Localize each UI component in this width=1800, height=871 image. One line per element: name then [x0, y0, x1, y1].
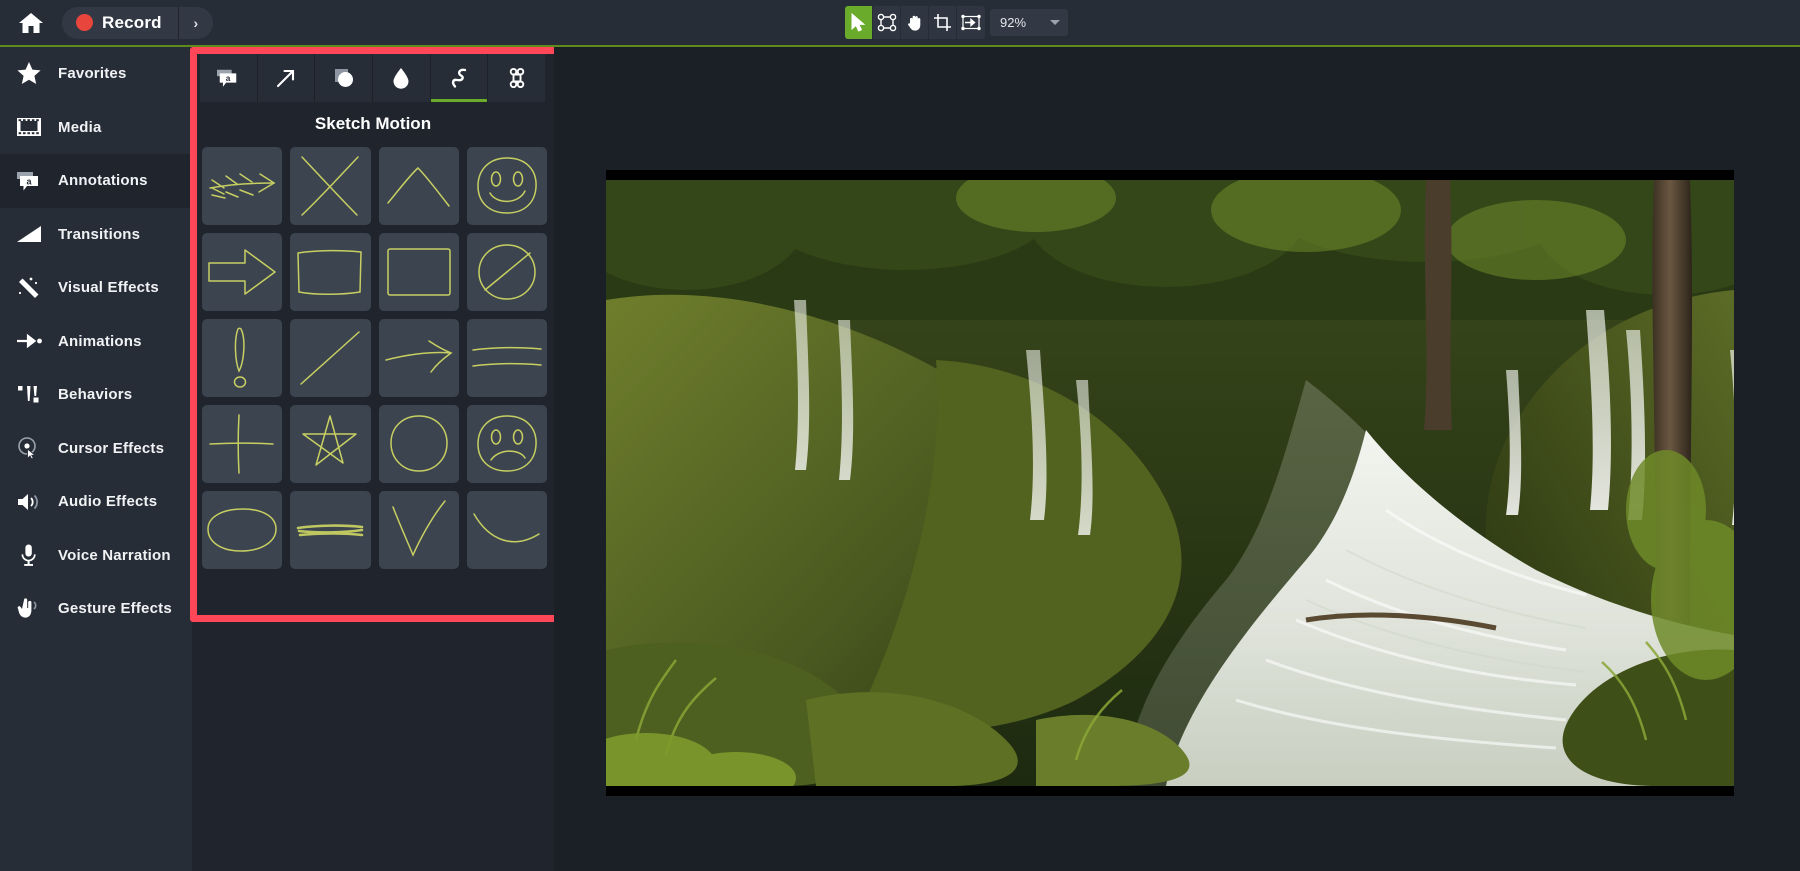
top-toolbar: Record › 92% — [0, 0, 1800, 45]
home-icon — [19, 12, 43, 33]
sidebar-label: Cursor Effects — [58, 439, 165, 457]
waterfall-forest-video-preview — [606, 180, 1734, 786]
sidebar-item-visual-effects[interactable]: Visual Effects — [0, 261, 192, 315]
sidebar-item-annotations[interactable]: a Annotations — [0, 154, 192, 208]
home-button[interactable] — [0, 0, 62, 45]
sidebar-label: Audio Effects — [58, 493, 158, 511]
animation-arrow-icon — [16, 332, 58, 350]
cursor-effects-icon — [16, 436, 58, 460]
sidebar-item-favorites[interactable]: Favorites — [0, 47, 192, 101]
sidebar-item-media[interactable]: Media — [0, 101, 192, 155]
sidebar-item-audio-effects[interactable]: Audio Effects — [0, 475, 192, 529]
speaker-icon — [16, 491, 58, 513]
record-button-label: Record — [102, 12, 162, 32]
sidebar-label: Annotations — [58, 172, 148, 190]
record-button-group: Record › — [62, 6, 213, 39]
canvas-area — [554, 47, 1800, 871]
waterfall-scene-graphic — [606, 180, 1734, 786]
star-icon — [16, 61, 58, 86]
video-preview-frame[interactable] — [606, 170, 1734, 796]
crop-icon — [934, 14, 951, 31]
sidebar-label: Favorites — [58, 65, 127, 83]
select-tool-button[interactable] — [845, 6, 873, 39]
sidebar-item-behaviors[interactable]: Behaviors — [0, 368, 192, 422]
behaviors-icon — [16, 383, 58, 407]
fit-tool-button[interactable] — [957, 6, 985, 39]
sidebar-item-cursor-effects[interactable]: Cursor Effects — [0, 422, 192, 476]
cursor-arrow-icon — [851, 13, 866, 32]
gesture-hand-icon — [16, 597, 58, 621]
sidebar-item-animations[interactable]: Animations — [0, 315, 192, 369]
sidebar-item-voice-narration[interactable]: Voice Narration — [0, 529, 192, 583]
record-dot-icon — [76, 14, 93, 31]
chevron-down-icon — [1050, 20, 1060, 25]
callout-icon: a — [16, 169, 58, 193]
zoom-level-value: 92% — [1000, 15, 1027, 30]
nodes-icon — [877, 13, 896, 32]
magic-wand-icon — [16, 276, 58, 300]
canvas-tool-cluster — [845, 6, 985, 39]
sidebar-label: Visual Effects — [58, 279, 159, 297]
sidebar-item-gesture-effects[interactable]: Gesture Effects — [0, 582, 192, 636]
filmstrip-icon — [16, 116, 58, 138]
pan-tool-button[interactable] — [901, 6, 929, 39]
sidebar-label: Animations — [58, 332, 142, 350]
app-root: Record › 92% Favorites Media a Annotatio… — [0, 0, 1800, 871]
fit-arrow-icon — [961, 14, 981, 31]
hand-icon — [907, 15, 920, 31]
sidebar-label: Transitions — [58, 225, 141, 243]
microphone-icon — [16, 543, 58, 567]
zoom-level-select[interactable]: 92% — [990, 9, 1068, 36]
record-button[interactable]: Record — [62, 6, 179, 39]
transition-icon — [16, 224, 58, 244]
sidebar-label: Media — [58, 118, 102, 136]
panel-highlight-frame — [190, 47, 565, 622]
record-options-button[interactable]: › — [179, 7, 213, 39]
transform-tool-button[interactable] — [873, 6, 901, 39]
left-sidebar: Favorites Media a Annotations Transition… — [0, 47, 192, 871]
crop-tool-button[interactable] — [929, 6, 957, 39]
sidebar-item-transitions[interactable]: Transitions — [0, 208, 192, 262]
sidebar-label: Voice Narration — [58, 546, 171, 564]
sidebar-label: Behaviors — [58, 386, 133, 404]
sidebar-label: Gesture Effects — [58, 600, 172, 618]
